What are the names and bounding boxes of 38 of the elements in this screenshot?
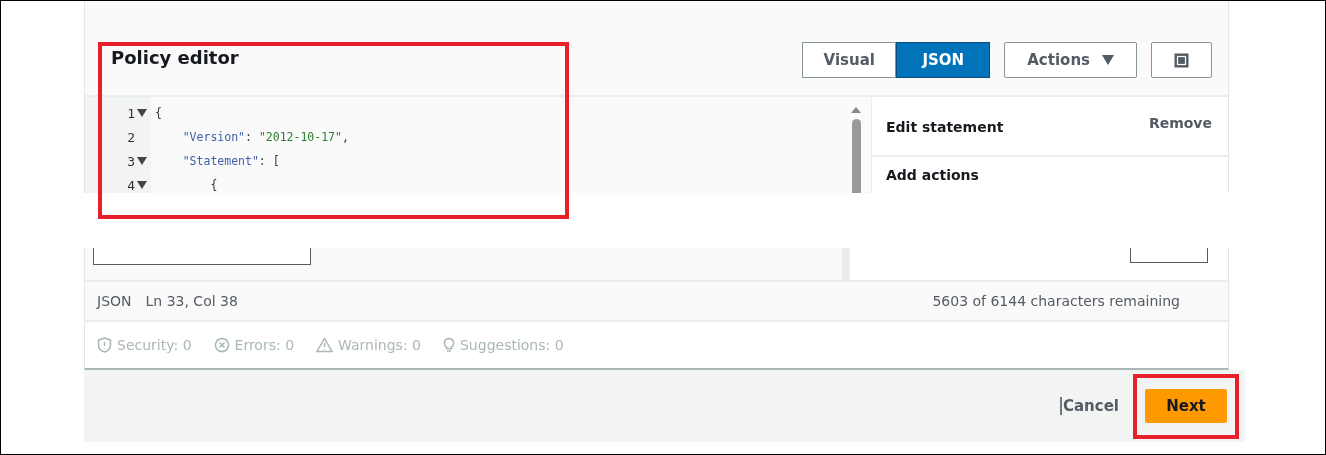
- panel-heading: Edit statement: [886, 119, 1004, 137]
- section-heading: Add actions: [885, 166, 980, 185]
- check-count: Security: 0: [117, 337, 192, 353]
- remove-link[interactable]: Remove: [1148, 115, 1212, 155]
- actions-button[interactable]: Actions: [1004, 42, 1137, 78]
- mode-tab[interactable]: JSON: [896, 42, 991, 78]
- fold-icon[interactable]: [137, 181, 147, 189]
- cut-off-button[interactable]: [93, 248, 311, 265]
- warning-icon: [316, 337, 334, 353]
- shield-icon: [97, 337, 112, 353]
- code-line: {: [209, 177, 219, 193]
- cancel-button[interactable]: Cancel: [1060, 397, 1119, 415]
- editor-title: Policy editor: [111, 47, 239, 68]
- error-icon: [213, 337, 230, 353]
- language-label: JSON: [97, 293, 132, 309]
- cut-off-button[interactable]: [1130, 248, 1208, 263]
- fold-icon[interactable]: [137, 157, 147, 165]
- line-number: 2: [127, 129, 135, 145]
- mode-tab[interactable]: Visual: [802, 42, 897, 78]
- check-count: Errors: 0: [234, 337, 295, 353]
- code-line: "Version": "2012-10-17",: [181, 129, 350, 146]
- line-number: 1: [127, 105, 135, 121]
- cursor-position: Ln 33, Col 38: [145, 293, 238, 309]
- code-line: {: [155, 105, 163, 122]
- code-line: "Statement": [: [181, 153, 281, 170]
- next-button[interactable]: Next: [1145, 389, 1227, 423]
- lightbulb-icon: [443, 337, 455, 353]
- line-number: 4: [127, 177, 135, 193]
- fold-icon[interactable]: [137, 109, 147, 117]
- check-count: Suggestions: 0: [460, 337, 564, 353]
- scroll-up-icon[interactable]: [851, 107, 861, 113]
- scrollbar-thumb[interactable]: [851, 119, 861, 193]
- caret-icon: [1102, 55, 1114, 65]
- fullscreen-button[interactable]: [1151, 42, 1212, 78]
- line-number: 3: [127, 153, 135, 169]
- square-icon: [1174, 52, 1189, 68]
- check-count: Warnings: 0: [338, 337, 421, 353]
- characters-remaining: 5603 of 6144 characters remaining: [932, 293, 1180, 309]
